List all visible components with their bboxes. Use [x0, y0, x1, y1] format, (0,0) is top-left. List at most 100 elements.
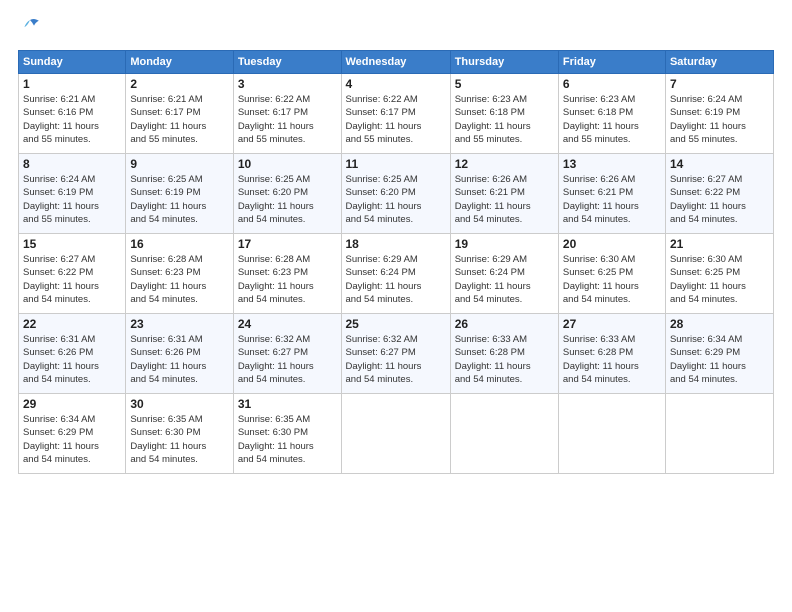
day-number: 5 — [455, 77, 554, 91]
day-info: Sunrise: 6:34 AMSunset: 6:29 PMDaylight:… — [23, 413, 121, 466]
calendar-cell: 20 Sunrise: 6:30 AMSunset: 6:25 PMDayligh… — [558, 234, 665, 314]
day-info: Sunrise: 6:25 AMSunset: 6:19 PMDaylight:… — [130, 173, 228, 226]
day-number: 13 — [563, 157, 661, 171]
day-info: Sunrise: 6:35 AMSunset: 6:30 PMDaylight:… — [130, 413, 228, 466]
header — [18, 16, 774, 40]
day-info: Sunrise: 6:22 AMSunset: 6:17 PMDaylight:… — [346, 93, 446, 146]
day-info: Sunrise: 6:27 AMSunset: 6:22 PMDaylight:… — [23, 253, 121, 306]
calendar-cell: 7 Sunrise: 6:24 AMSunset: 6:19 PMDaylight… — [665, 74, 773, 154]
day-number: 11 — [346, 157, 446, 171]
day-number: 28 — [670, 317, 769, 331]
calendar-cell: 22 Sunrise: 6:31 AMSunset: 6:26 PMDayligh… — [19, 314, 126, 394]
day-number: 7 — [670, 77, 769, 91]
day-number: 24 — [238, 317, 337, 331]
day-info: Sunrise: 6:29 AMSunset: 6:24 PMDaylight:… — [346, 253, 446, 306]
calendar-cell: 10Sunrise: 6:25 AMSunset: 6:20 PMDayligh… — [233, 154, 341, 234]
day-number: 26 — [455, 317, 554, 331]
calendar-cell: 21Sunrise: 6:30 AMSunset: 6:25 PMDayligh… — [665, 234, 773, 314]
weekday-header: Saturday — [665, 51, 773, 74]
day-info: Sunrise: 6:26 AMSunset: 6:21 PMDaylight:… — [455, 173, 554, 226]
day-number: 23 — [130, 317, 228, 331]
calendar-cell: 18 Sunrise: 6:29 AMSunset: 6:24 PMDayligh… — [341, 234, 450, 314]
logo — [18, 16, 46, 40]
calendar-cell — [558, 394, 665, 474]
weekday-header: Tuesday — [233, 51, 341, 74]
day-info: Sunrise: 6:22 AMSunset: 6:17 PMDaylight:… — [238, 93, 337, 146]
calendar-cell: 9 Sunrise: 6:25 AMSunset: 6:19 PMDaylight… — [126, 154, 233, 234]
calendar-cell: 16 Sunrise: 6:28 AMSunset: 6:23 PMDayligh… — [126, 234, 233, 314]
day-number: 8 — [23, 157, 121, 171]
day-number: 22 — [23, 317, 121, 331]
calendar-cell: 28 Sunrise: 6:34 AMSunset: 6:29 PMDayligh… — [665, 314, 773, 394]
calendar-cell: 13 Sunrise: 6:26 AMSunset: 6:21 PMDayligh… — [558, 154, 665, 234]
day-info: Sunrise: 6:28 AMSunset: 6:23 PMDaylight:… — [130, 253, 228, 306]
calendar-week-row: 8 Sunrise: 6:24 AMSunset: 6:19 PMDaylight… — [19, 154, 774, 234]
day-info: Sunrise: 6:25 AMSunset: 6:20 PMDaylight:… — [346, 173, 446, 226]
calendar-cell: 27 Sunrise: 6:33 AMSunset: 6:28 PMDayligh… — [558, 314, 665, 394]
calendar-cell: 2 Sunrise: 6:21 AMSunset: 6:17 PMDaylight… — [126, 74, 233, 154]
day-info: Sunrise: 6:21 AMSunset: 6:16 PMDaylight:… — [23, 93, 121, 146]
day-info: Sunrise: 6:30 AMSunset: 6:25 PMDaylight:… — [563, 253, 661, 306]
day-number: 18 — [346, 237, 446, 251]
calendar-cell: 12 Sunrise: 6:26 AMSunset: 6:21 PMDayligh… — [450, 154, 558, 234]
weekday-header: Friday — [558, 51, 665, 74]
day-info: Sunrise: 6:31 AMSunset: 6:26 PMDaylight:… — [23, 333, 121, 386]
day-info: Sunrise: 6:24 AMSunset: 6:19 PMDaylight:… — [670, 93, 769, 146]
day-info: Sunrise: 6:34 AMSunset: 6:29 PMDaylight:… — [670, 333, 769, 386]
day-info: Sunrise: 6:32 AMSunset: 6:27 PMDaylight:… — [238, 333, 337, 386]
day-info: Sunrise: 6:33 AMSunset: 6:28 PMDaylight:… — [455, 333, 554, 386]
day-number: 30 — [130, 397, 228, 411]
day-info: Sunrise: 6:26 AMSunset: 6:21 PMDaylight:… — [563, 173, 661, 226]
calendar-cell: 29 Sunrise: 6:34 AMSunset: 6:29 PMDayligh… — [19, 394, 126, 474]
calendar-table: SundayMondayTuesdayWednesdayThursdayFrid… — [18, 50, 774, 474]
day-number: 6 — [563, 77, 661, 91]
calendar-cell — [450, 394, 558, 474]
day-number: 17 — [238, 237, 337, 251]
weekday-header: Wednesday — [341, 51, 450, 74]
day-info: Sunrise: 6:23 AMSunset: 6:18 PMDaylight:… — [563, 93, 661, 146]
day-info: Sunrise: 6:30 AMSunset: 6:25 PMDaylight:… — [670, 253, 769, 306]
day-number: 2 — [130, 77, 228, 91]
day-number: 29 — [23, 397, 121, 411]
day-info: Sunrise: 6:23 AMSunset: 6:18 PMDaylight:… — [455, 93, 554, 146]
day-number: 3 — [238, 77, 337, 91]
calendar-cell: 4Sunrise: 6:22 AMSunset: 6:17 PMDaylight… — [341, 74, 450, 154]
calendar-cell: 24 Sunrise: 6:32 AMSunset: 6:27 PMDayligh… — [233, 314, 341, 394]
weekday-header: Monday — [126, 51, 233, 74]
day-info: Sunrise: 6:21 AMSunset: 6:17 PMDaylight:… — [130, 93, 228, 146]
calendar-cell: 11 Sunrise: 6:25 AMSunset: 6:20 PMDayligh… — [341, 154, 450, 234]
calendar-cell: 6 Sunrise: 6:23 AMSunset: 6:18 PMDaylight… — [558, 74, 665, 154]
calendar-cell: 19Sunrise: 6:29 AMSunset: 6:24 PMDayligh… — [450, 234, 558, 314]
calendar-header-row: SundayMondayTuesdayWednesdayThursdayFrid… — [19, 51, 774, 74]
calendar-cell: 26 Sunrise: 6:33 AMSunset: 6:28 PMDayligh… — [450, 314, 558, 394]
day-number: 25 — [346, 317, 446, 331]
calendar-cell: 25 Sunrise: 6:32 AMSunset: 6:27 PMDayligh… — [341, 314, 450, 394]
day-number: 31 — [238, 397, 337, 411]
day-info: Sunrise: 6:27 AMSunset: 6:22 PMDaylight:… — [670, 173, 769, 226]
logo-bird-icon — [18, 16, 42, 40]
calendar-cell: 1 Sunrise: 6:21 AMSunset: 6:16 PMDaylight… — [19, 74, 126, 154]
calendar-cell — [341, 394, 450, 474]
page: SundayMondayTuesdayWednesdayThursdayFrid… — [0, 0, 792, 612]
day-number: 12 — [455, 157, 554, 171]
day-info: Sunrise: 6:35 AMSunset: 6:30 PMDaylight:… — [238, 413, 337, 466]
day-number: 1 — [23, 77, 121, 91]
weekday-header: Sunday — [19, 51, 126, 74]
day-number: 19 — [455, 237, 554, 251]
calendar-cell: 8 Sunrise: 6:24 AMSunset: 6:19 PMDaylight… — [19, 154, 126, 234]
day-number: 9 — [130, 157, 228, 171]
calendar-cell: 30 Sunrise: 6:35 AMSunset: 6:30 PMDayligh… — [126, 394, 233, 474]
calendar-week-row: 29 Sunrise: 6:34 AMSunset: 6:29 PMDayligh… — [19, 394, 774, 474]
day-number: 20 — [563, 237, 661, 251]
day-number: 14 — [670, 157, 769, 171]
calendar-cell: 31 Sunrise: 6:35 AMSunset: 6:30 PMDayligh… — [233, 394, 341, 474]
calendar-cell — [665, 394, 773, 474]
calendar-cell: 3 Sunrise: 6:22 AMSunset: 6:17 PMDaylight… — [233, 74, 341, 154]
day-number: 27 — [563, 317, 661, 331]
calendar-week-row: 22 Sunrise: 6:31 AMSunset: 6:26 PMDayligh… — [19, 314, 774, 394]
day-info: Sunrise: 6:24 AMSunset: 6:19 PMDaylight:… — [23, 173, 121, 226]
day-info: Sunrise: 6:32 AMSunset: 6:27 PMDaylight:… — [346, 333, 446, 386]
day-info: Sunrise: 6:33 AMSunset: 6:28 PMDaylight:… — [563, 333, 661, 386]
calendar-week-row: 1 Sunrise: 6:21 AMSunset: 6:16 PMDaylight… — [19, 74, 774, 154]
day-number: 16 — [130, 237, 228, 251]
